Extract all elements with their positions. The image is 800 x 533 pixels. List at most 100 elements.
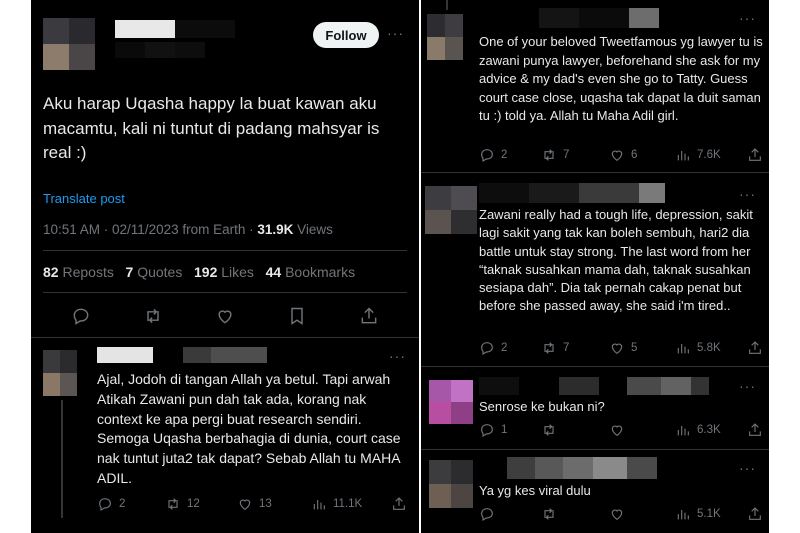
divider — [43, 292, 407, 293]
view-count: 6.3K — [697, 424, 721, 436]
share-button[interactable] — [747, 340, 763, 356]
reply-text: One of your beloved Tweetfamous yg lawye… — [479, 34, 763, 123]
reply-avatar[interactable] — [429, 380, 473, 424]
post-text: Aku harap Uqasha happy la buat kawan aku… — [43, 94, 380, 162]
share-button[interactable] — [747, 506, 763, 522]
author-name-redacted[interactable] — [115, 20, 235, 38]
like-button[interactable] — [609, 422, 631, 438]
reply-avatar[interactable] — [427, 14, 463, 60]
divider — [421, 449, 769, 450]
more-icon[interactable]: ··· — [389, 348, 406, 364]
view-count: 5.1K — [697, 508, 721, 520]
view-count: 5.8K — [697, 342, 721, 354]
repost-button[interactable] — [541, 506, 563, 522]
repost-button[interactable]: 12 — [165, 496, 200, 512]
share-button[interactable] — [359, 306, 379, 326]
share-button[interactable] — [747, 147, 763, 163]
like-button[interactable]: 13 — [237, 496, 272, 512]
repost-icon — [544, 342, 554, 354]
post-timestamp[interactable]: 10:51 AM · 02/11/2023 from Earth · — [43, 222, 257, 237]
reply-author-redacted[interactable] — [97, 347, 267, 363]
likes-stat[interactable]: 192 Likes — [194, 264, 254, 280]
repost-icon — [544, 149, 554, 161]
like-button[interactable] — [609, 506, 631, 522]
reposts-stat[interactable]: 82 Reposts — [43, 264, 114, 280]
more-icon[interactable]: ··· — [739, 378, 756, 394]
reply-button[interactable] — [479, 506, 501, 522]
more-icon[interactable]: ··· — [387, 25, 404, 41]
reply-avatar[interactable] — [429, 460, 473, 508]
share-button[interactable] — [747, 422, 763, 438]
more-icon[interactable]: ··· — [739, 186, 756, 202]
follow-button[interactable]: Follow — [313, 22, 379, 48]
divider — [31, 337, 419, 338]
translate-post-link[interactable]: Translate post — [43, 191, 125, 206]
repost-button[interactable]: 7 — [541, 340, 569, 356]
likes-count: 192 — [194, 264, 218, 280]
reply-icon — [481, 508, 493, 522]
views-button[interactable]: 5.8K — [675, 340, 721, 356]
like-count: 6 — [631, 149, 638, 161]
views-button[interactable]: 11.1K — [311, 496, 362, 512]
thread-line — [446, 0, 448, 10]
reply-text: Ajal, Jodoh di tangan Allah ya betul. Ta… — [97, 371, 401, 486]
author-handle-redacted[interactable] — [115, 42, 205, 58]
reply-count: 2 — [119, 498, 126, 510]
like-button[interactable]: 5 — [609, 340, 637, 356]
divider — [421, 172, 769, 173]
bookmark-button[interactable] — [287, 306, 307, 326]
views-button[interactable]: 7.6K — [675, 147, 721, 163]
reply-text: Zawani really had a tough life, depressi… — [479, 207, 753, 314]
thread-line — [61, 400, 63, 518]
views-icon — [313, 500, 325, 510]
reply-author-redacted[interactable] — [479, 377, 709, 395]
reply-text: Ya yg kes viral dulu — [479, 483, 591, 498]
bookmarks-stat[interactable]: 44 Bookmarks — [266, 264, 356, 280]
repost-icon — [168, 498, 178, 510]
reposts-count: 82 — [43, 264, 59, 280]
more-icon[interactable]: ··· — [739, 10, 756, 26]
likes-label: Likes — [221, 264, 254, 280]
reply-count: 2 — [501, 342, 508, 354]
like-icon — [239, 499, 251, 511]
like-icon — [611, 150, 623, 162]
views-icon — [677, 510, 689, 520]
reply-author-redacted[interactable] — [479, 8, 659, 28]
repost-count: 7 — [563, 342, 570, 354]
views-icon — [677, 151, 689, 161]
more-icon[interactable]: ··· — [739, 460, 756, 476]
reply-button[interactable]: 2 — [479, 340, 507, 356]
repost-count: 12 — [187, 498, 200, 510]
reply-avatar[interactable] — [425, 186, 477, 234]
repost-button[interactable] — [143, 306, 163, 326]
reply-icon — [481, 342, 493, 356]
share-icon — [749, 423, 761, 436]
bookmarks-count: 44 — [265, 264, 282, 280]
reply-button[interactable]: 1 — [479, 422, 507, 438]
repost-icon — [544, 424, 554, 436]
reply-author-redacted[interactable] — [507, 457, 657, 479]
quotes-stat[interactable]: 7 Quotes — [126, 264, 183, 280]
reply-count: 2 — [501, 149, 508, 161]
share-icon — [749, 148, 761, 161]
views-button[interactable]: 6.3K — [675, 422, 721, 438]
like-count: 5 — [631, 342, 638, 354]
reply-avatar[interactable] — [43, 350, 77, 396]
post-stats: 82 Reposts 7 Quotes 192 Likes 44 Bookmar… — [43, 264, 355, 280]
views-button[interactable]: 5.1K — [675, 506, 721, 522]
repost-count: 7 — [563, 149, 570, 161]
like-button[interactable] — [215, 306, 235, 326]
repost-button[interactable] — [541, 422, 563, 438]
share-button[interactable] — [391, 496, 407, 512]
reply-author-redacted[interactable] — [479, 183, 679, 203]
like-button[interactable]: 6 — [609, 147, 637, 163]
reply-count: 1 — [501, 424, 508, 436]
reply-button[interactable]: 2 — [97, 496, 125, 512]
repost-button[interactable]: 7 — [541, 147, 569, 163]
quotes-label: Quotes — [137, 264, 183, 280]
share-icon — [749, 507, 761, 520]
author-avatar[interactable] — [43, 18, 95, 70]
reply-button[interactable]: 2 — [479, 147, 507, 163]
reply-button[interactable] — [71, 306, 91, 326]
repost-icon — [147, 308, 159, 324]
